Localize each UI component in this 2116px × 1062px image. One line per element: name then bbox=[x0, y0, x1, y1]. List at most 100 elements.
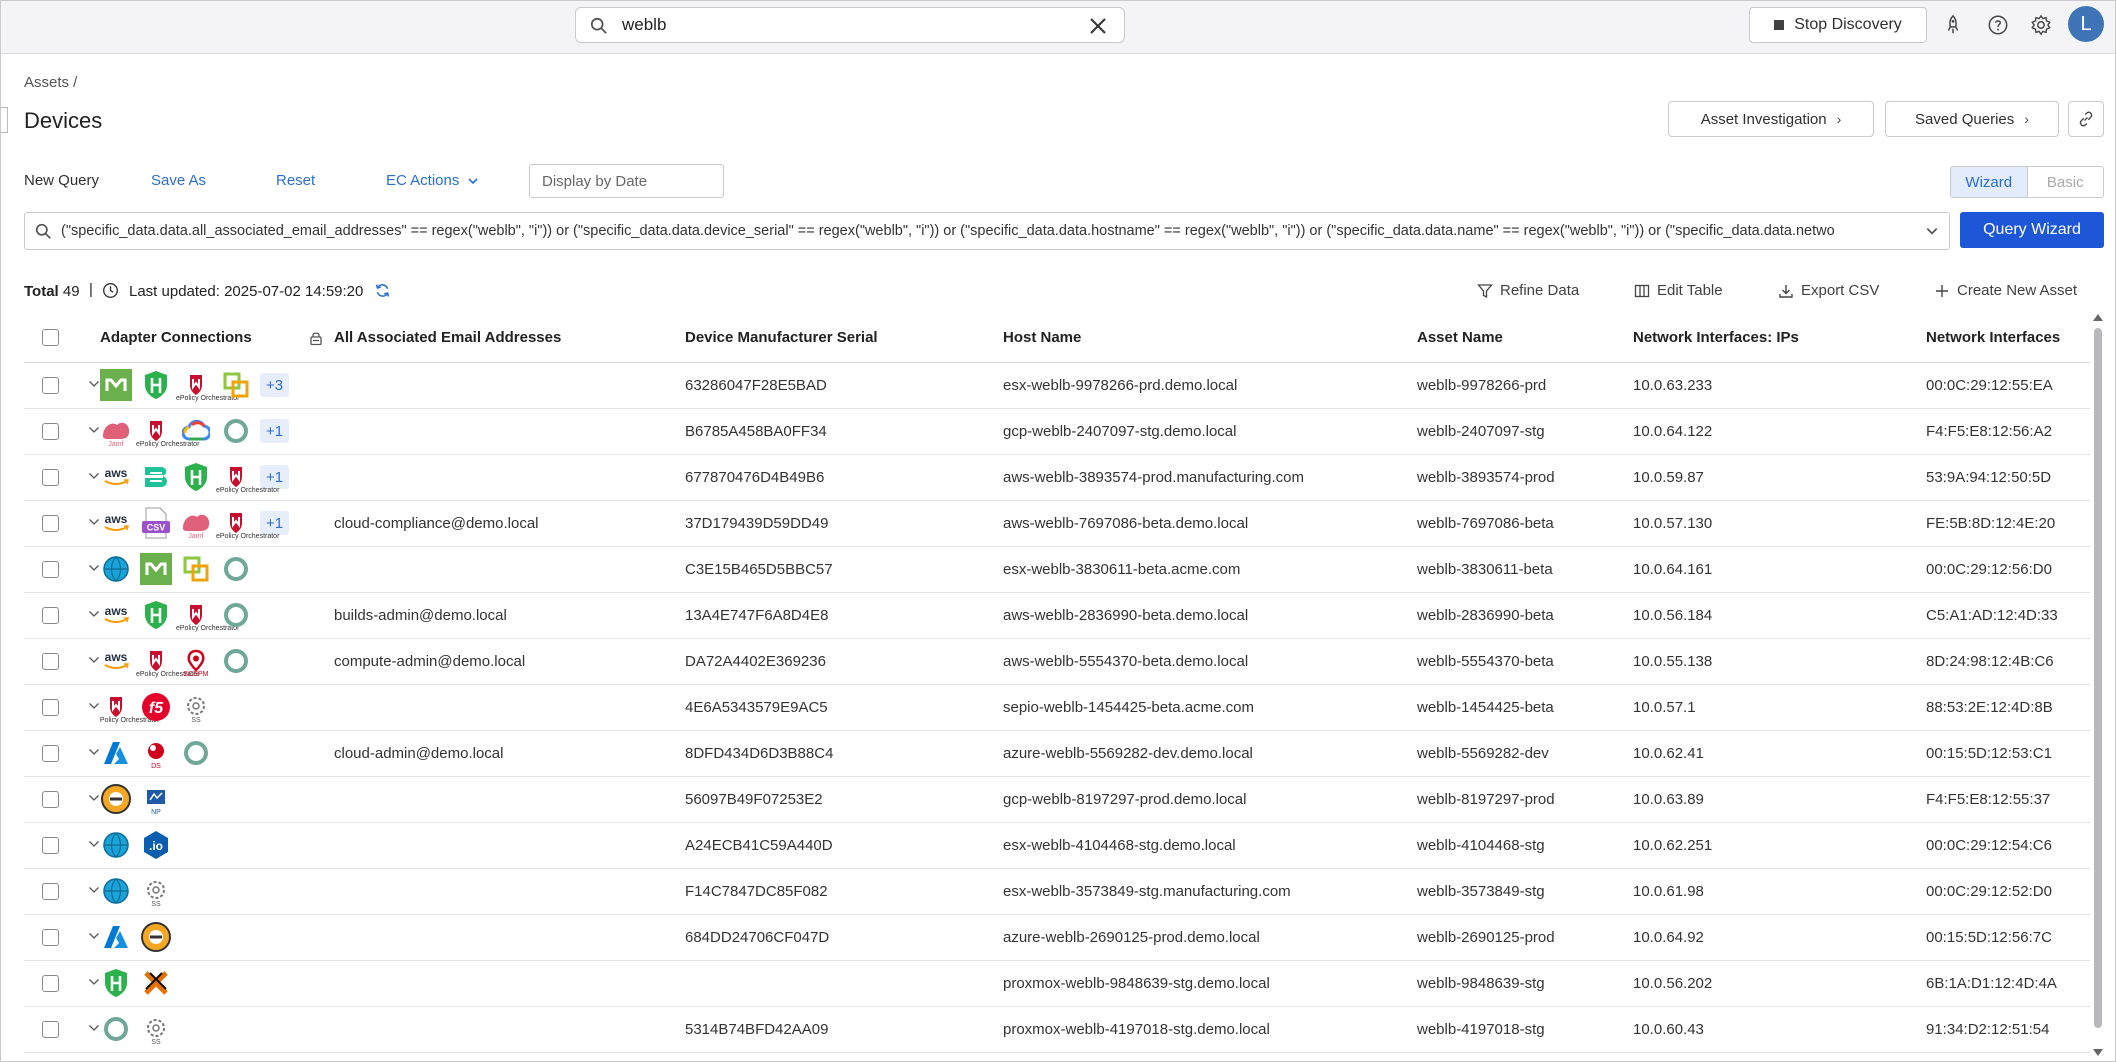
row-checkbox[interactable] bbox=[42, 560, 59, 578]
more-adapters-badge[interactable]: +1 bbox=[260, 511, 290, 535]
table-row[interactable]: SS F14C7847DC85F082 esx-weblb-3573849-st… bbox=[24, 868, 2090, 915]
chevron-down-icon[interactable] bbox=[88, 930, 100, 942]
adapter-epo-icon[interactable]: ePolicy Orchestrator bbox=[136, 645, 199, 678]
adapter-azure-icon[interactable] bbox=[100, 737, 132, 769]
saved-queries-button[interactable]: Saved Queries › bbox=[1885, 101, 2059, 137]
adapter-aws-icon[interactable]: aws bbox=[100, 645, 132, 677]
edit-table-button[interactable]: Edit Table bbox=[1634, 282, 1723, 299]
adapter-circle-icon[interactable] bbox=[220, 645, 252, 677]
adapter-epo-icon[interactable]: ePolicy Orchestrator bbox=[216, 461, 279, 494]
export-csv-button[interactable]: Export CSV bbox=[1778, 282, 1879, 299]
row-checkbox[interactable] bbox=[42, 376, 59, 394]
select-all-checkbox[interactable] bbox=[42, 329, 59, 347]
adapter-x-orange-icon[interactable] bbox=[140, 967, 172, 999]
help-icon[interactable] bbox=[1987, 14, 2009, 36]
adapter-epo-icon[interactable]: ePolicy Orchestrator bbox=[100, 691, 159, 724]
chevron-down-icon[interactable] bbox=[88, 608, 100, 620]
column-header-adapters[interactable]: Adapter Connections bbox=[100, 314, 322, 363]
table-row[interactable]: .io A24ECB41C59A440D esx-weblb-4104468-s… bbox=[24, 822, 2090, 869]
save-as-button[interactable]: Save As bbox=[151, 172, 206, 189]
more-adapters-badge[interactable]: +1 bbox=[260, 419, 290, 443]
adapter-vmware-icon[interactable] bbox=[220, 369, 252, 401]
query-mode-toggle[interactable]: Wizard Basic bbox=[1950, 166, 2104, 198]
adapter-pin-red-icon[interactable]: SCEPM bbox=[180, 645, 212, 678]
create-new-asset-button[interactable]: Create New Asset bbox=[1934, 282, 2077, 299]
ec-actions-dropdown[interactable]: EC Actions bbox=[386, 172, 479, 189]
row-checkbox[interactable] bbox=[42, 606, 59, 624]
adapter-circle-icon[interactable] bbox=[180, 737, 212, 769]
chevron-down-icon[interactable] bbox=[88, 1022, 100, 1034]
chevron-down-icon[interactable] bbox=[88, 976, 100, 988]
row-checkbox[interactable] bbox=[42, 468, 59, 486]
adapter-jamf-icon[interactable]: Jamf bbox=[100, 415, 132, 448]
adapter-csv-icon[interactable]: CSV bbox=[140, 507, 172, 539]
column-header-email[interactable]: All Associated Email Addresses bbox=[334, 314, 685, 363]
query-wizard-button[interactable]: Query Wizard bbox=[1960, 212, 2104, 248]
more-adapters-badge[interactable]: +3 bbox=[260, 373, 290, 397]
row-checkbox[interactable] bbox=[42, 790, 59, 808]
chevron-down-icon[interactable] bbox=[88, 516, 100, 528]
adapter-circle-icon[interactable] bbox=[220, 415, 252, 447]
row-checkbox[interactable] bbox=[42, 1020, 59, 1038]
row-checkbox[interactable] bbox=[42, 744, 59, 762]
column-header-asset-name[interactable]: Asset Name bbox=[1417, 314, 1633, 363]
chevron-down-icon[interactable] bbox=[88, 470, 100, 482]
chevron-down-icon[interactable] bbox=[88, 792, 100, 804]
more-adapters-badge[interactable]: +1 bbox=[260, 465, 290, 489]
table-row[interactable]: aws ePolicy Orchestrator +1 677870476D4B49… bbox=[24, 454, 2090, 501]
adapter-globe-icon[interactable] bbox=[100, 875, 132, 907]
global-search[interactable] bbox=[575, 7, 1125, 43]
adapter-b-teal-icon[interactable] bbox=[140, 461, 172, 493]
scroll-up-arrow[interactable] bbox=[2093, 314, 2103, 321]
adapter-shield-green-icon[interactable] bbox=[140, 369, 172, 401]
adapter-epo-icon[interactable]: ePolicy Orchestrator bbox=[216, 507, 279, 540]
query-expression-field[interactable]: ("specific_data.data.all_associated_emai… bbox=[24, 212, 1950, 250]
adapter-globe-icon[interactable] bbox=[100, 553, 132, 585]
wizard-mode-option[interactable]: Wizard bbox=[1951, 167, 2028, 197]
table-row[interactable]: aws ePolicy Orchestrator builds-admin@dem… bbox=[24, 592, 2090, 639]
adapter-epo-icon[interactable]: ePolicy Orchestrator bbox=[176, 369, 239, 402]
adapter-m-green-icon[interactable] bbox=[100, 369, 132, 401]
adapter-globe-icon[interactable] bbox=[100, 829, 132, 861]
adapter-circle-icon[interactable] bbox=[220, 599, 252, 631]
adapter-ss-icon[interactable]: SS bbox=[140, 1013, 172, 1046]
chevron-down-icon[interactable] bbox=[88, 746, 100, 758]
copy-link-button[interactable] bbox=[2068, 101, 2104, 137]
close-icon[interactable] bbox=[1088, 16, 1108, 36]
chevron-down-icon[interactable] bbox=[88, 424, 100, 436]
adapter-gcp-badge-icon[interactable] bbox=[140, 921, 172, 953]
table-row[interactable]: 684DD24706CF047D azure-weblb-2690125-pro… bbox=[24, 914, 2090, 961]
adapter-io-icon[interactable]: .io bbox=[140, 829, 172, 861]
adapter-ss-icon[interactable]: SS bbox=[140, 875, 172, 908]
row-checkbox[interactable] bbox=[42, 652, 59, 670]
adapter-azure-icon[interactable] bbox=[100, 921, 132, 953]
stop-discovery-button[interactable]: Stop Discovery bbox=[1749, 7, 1927, 43]
table-row[interactable]: SS 5314B74BFD42AA09 proxmox-weblb-419701… bbox=[24, 1006, 2090, 1053]
table-row[interactable]: ePolicy Orchestrator f5 SS 4E6A5343579E9AC… bbox=[24, 684, 2090, 731]
row-checkbox[interactable] bbox=[42, 514, 59, 532]
row-checkbox[interactable] bbox=[42, 422, 59, 440]
column-header-network-interfaces[interactable]: Network Interfaces bbox=[1926, 314, 2090, 363]
gear-icon[interactable] bbox=[2030, 14, 2052, 36]
sidebar-toggle[interactable] bbox=[0, 107, 8, 133]
adapter-np-icon[interactable]: NP bbox=[140, 783, 172, 816]
adapter-aws-icon[interactable]: aws bbox=[100, 461, 132, 493]
breadcrumb[interactable]: Assets / bbox=[24, 74, 77, 91]
chevron-down-icon[interactable] bbox=[88, 654, 100, 666]
column-header-ips[interactable]: Network Interfaces: IPs bbox=[1633, 314, 1926, 363]
adapter-shield-green-icon[interactable] bbox=[100, 967, 132, 999]
adapter-vmware-icon[interactable] bbox=[180, 553, 212, 585]
table-row[interactable]: C3E15B465D5BBC57 esx-weblb-3830611-beta.… bbox=[24, 546, 2090, 593]
table-row[interactable]: ePolicy Orchestrator +3 63286047F28E5BAD … bbox=[24, 362, 2090, 409]
table-row[interactable]: DS cloud-admin@demo.local 8DFD434D6D3B88… bbox=[24, 730, 2090, 777]
query-expression-text[interactable]: ("specific_data.data.all_associated_emai… bbox=[61, 223, 1923, 239]
adapter-shield-green-icon[interactable] bbox=[180, 461, 212, 493]
adapter-m-green-icon[interactable] bbox=[140, 553, 172, 585]
row-checkbox[interactable] bbox=[42, 882, 59, 900]
avatar[interactable]: L bbox=[2068, 6, 2104, 42]
basic-mode-option[interactable]: Basic bbox=[2028, 167, 2104, 197]
table-row[interactable]: aws CSV Jamf ePolicy Orchestrator +1 cloud-c… bbox=[24, 500, 2090, 547]
refresh-icon[interactable] bbox=[374, 282, 391, 299]
reset-button[interactable]: Reset bbox=[276, 172, 315, 189]
chevron-down-icon[interactable] bbox=[88, 700, 100, 712]
